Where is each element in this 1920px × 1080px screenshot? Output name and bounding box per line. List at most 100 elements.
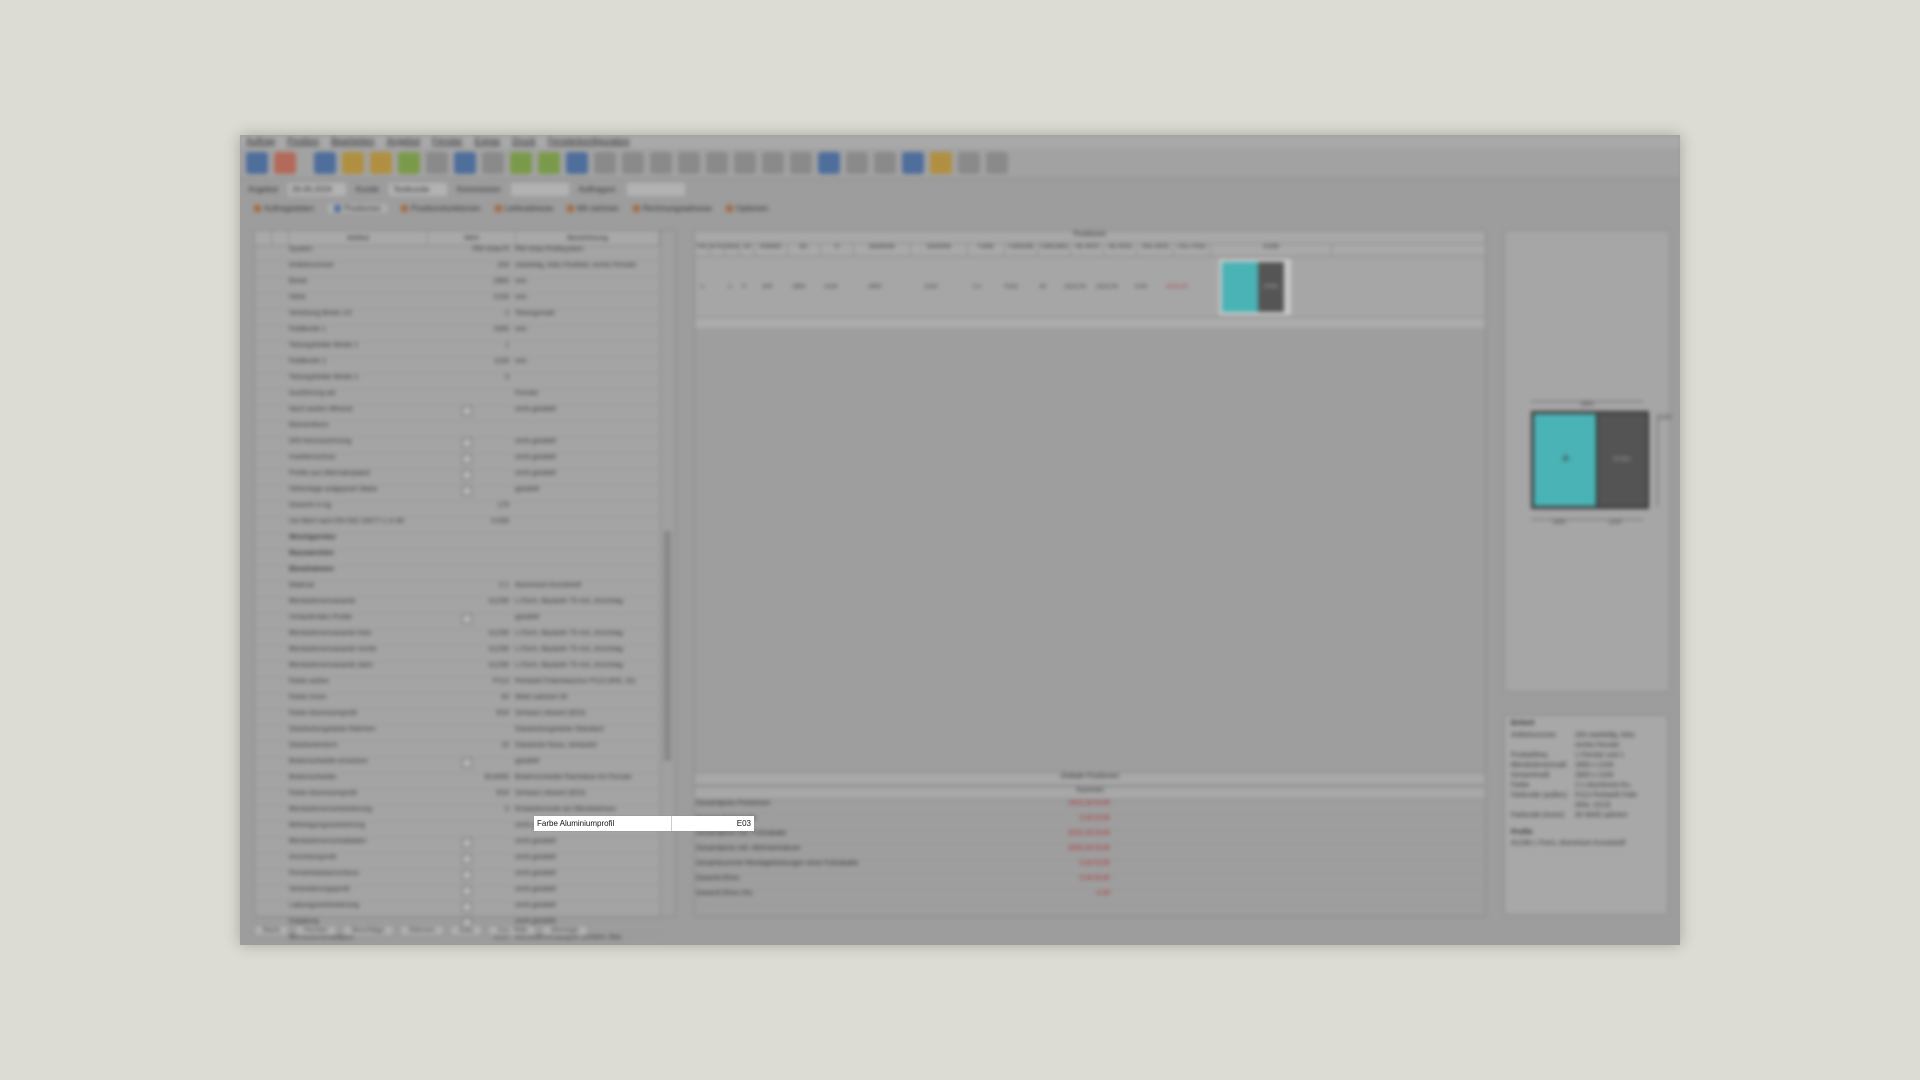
selected-row-farbe-aluminiumprofil[interactable]: Farbe Aluminiumprofil E03 <box>534 816 754 831</box>
table-row[interactable]: Breite 2800 mm <box>255 278 661 294</box>
table-row[interactable]: Material 2-1 Aluminium-Kunststoff <box>255 582 661 598</box>
merge-icon[interactable] <box>678 152 700 174</box>
graphic-thumbnail[interactable]: ST201 <box>1195 259 1315 315</box>
column-header[interactable]: H <box>821 244 854 256</box>
row-value[interactable]: 1100 <box>425 358 512 373</box>
checkbox[interactable] <box>462 902 472 912</box>
table-row[interactable]: Fensterbankanschluss nicht gewählt <box>255 870 661 886</box>
column-header[interactable]: Farbe <box>968 244 1005 256</box>
split-icon[interactable] <box>650 152 672 174</box>
row-value[interactable] <box>425 486 512 501</box>
table-row[interactable]: Laibungsverbreiterung nicht gewählt <box>255 902 661 918</box>
table-row[interactable]: Rauswechlen <box>255 550 661 566</box>
bottom-tab[interactable]: Basis <box>254 925 290 936</box>
table-row[interactable]: Glasleistungsfarbe Rahmen Glasleistungsfa… <box>255 726 661 742</box>
row-value[interactable] <box>425 854 512 869</box>
kommission-field[interactable] <box>510 182 569 196</box>
row-value[interactable]: P113 <box>425 678 512 693</box>
row-expander[interactable] <box>271 534 287 549</box>
row-value[interactable] <box>425 390 512 405</box>
selected-row-value[interactable]: E03 <box>672 816 754 831</box>
globe-icon[interactable] <box>818 152 840 174</box>
row-value[interactable]: E03 <box>425 710 512 725</box>
menu-item[interactable]: Druck <box>512 135 536 148</box>
menu-item[interactable]: Auftrag <box>246 135 275 148</box>
column-header[interactable]: Pos.-Preis <box>1174 244 1211 256</box>
tree-icon[interactable] <box>510 152 532 174</box>
table-row[interactable]: Anschlussprofil nicht gewählt <box>255 854 661 870</box>
bottom-tab[interactable]: Rahmen <box>399 925 445 936</box>
column-header[interactable]: Stück <box>725 244 740 256</box>
column-header[interactable]: Farbcode2 <box>1038 244 1071 256</box>
row-value[interactable] <box>425 422 512 437</box>
row-value[interactable] <box>425 406 512 421</box>
table-row[interactable]: Feldbreite 1 1600 mm <box>255 326 661 342</box>
row-value[interactable] <box>425 886 512 901</box>
checkbox[interactable] <box>462 854 472 864</box>
col-bezeichnung[interactable]: Bezeichnung <box>516 231 660 245</box>
table-row[interactable]: Feldbreite 2 1100 mm <box>255 358 661 374</box>
filter-icon[interactable] <box>958 152 980 174</box>
window-frame[interactable]: ST201 <box>1531 411 1649 509</box>
kunde-field[interactable]: Testkunde <box>388 182 447 196</box>
row-expander[interactable] <box>271 566 287 581</box>
row-value[interactable]: B14000 <box>425 774 512 789</box>
row-value[interactable]: A1290 <box>425 598 512 613</box>
row-value[interactable]: 175 <box>425 502 512 517</box>
row-value[interactable]: 0.000 <box>425 518 512 533</box>
table-row[interactable]: Blendrahmen <box>255 566 661 582</box>
tab-item[interactable]: Auftragsdaten <box>254 204 314 213</box>
bottom-tab[interactable]: Zus. Teile <box>488 925 537 936</box>
table-row[interactable]: Teilungsfelder Breite 1 1 <box>255 342 661 358</box>
table-row[interactable]: Blendrahmenvariante rechts A1290 L-Form, B… <box>255 646 661 662</box>
table-row[interactable]: Ausführung als Fenster <box>255 390 661 406</box>
menu-item[interactable]: Bearbeiten <box>331 135 375 148</box>
table-row[interactable]: Verbreiterungsprofil nicht gewählt <box>255 886 661 902</box>
checkbox[interactable] <box>462 758 472 768</box>
sash-panel[interactable]: ST201 <box>1598 414 1646 506</box>
people-icon[interactable] <box>930 152 952 174</box>
table-row[interactable]: Artikelnummer 204 zweiteilig, links Festfe… <box>255 262 661 278</box>
table-row[interactable]: Farbe Aluminiumprofil E03 Schwarz eloxiert… <box>255 790 661 806</box>
export-icon[interactable] <box>762 152 784 174</box>
col-attribut[interactable]: Attribut <box>289 231 428 245</box>
info-icon[interactable] <box>874 152 896 174</box>
checkbox[interactable] <box>462 870 472 880</box>
tab-item[interactable]: Positionsfunktionen <box>401 204 481 213</box>
table-row[interactable]: Nach außen öffnend nicht gewählt <box>255 406 661 422</box>
row-value[interactable]: 2 <box>425 310 512 325</box>
checkbox[interactable] <box>462 454 472 464</box>
auftragsnr-field[interactable] <box>627 182 686 196</box>
menu-item[interactable]: Fensterkonfiguration <box>548 135 630 148</box>
table-row[interactable]: Bodenschwelle B14000 Bodenschwelle Flachdo… <box>255 774 661 790</box>
cut-icon[interactable] <box>622 152 644 174</box>
column-header[interactable]: B-Pos <box>710 244 725 256</box>
column-header[interactable]: RE-W/St <box>1071 244 1104 256</box>
folder-icon[interactable] <box>342 152 364 174</box>
checkbox[interactable] <box>462 406 472 416</box>
row-value[interactable]: E03 <box>425 790 512 805</box>
checkbox[interactable] <box>462 886 472 896</box>
row-value[interactable] <box>425 822 512 837</box>
table-icon[interactable] <box>566 152 588 174</box>
table-row[interactable]: Farbe außen P113 Perlweiß Folienkaschur P1… <box>255 678 661 694</box>
checkbox[interactable] <box>462 838 472 848</box>
row-value[interactable]: A1290 <box>425 630 512 645</box>
row-value[interactable]: 16 <box>425 742 512 757</box>
sync-icon[interactable] <box>902 152 924 174</box>
table-row[interactable]: Höhenlage aufgeputzt Maße gewählt <box>255 486 661 502</box>
table-row[interactable]: Farbe innen 40 Weiß satiniert 40 <box>255 694 661 710</box>
row-value[interactable] <box>425 902 512 917</box>
table-row[interactable]: Teilungsfelder Breite 2 0 <box>255 374 661 390</box>
menu-item[interactable]: Extras <box>475 135 501 148</box>
table-row[interactable]: Blendrahmenvariante links A1290 L-Form, Ba… <box>255 630 661 646</box>
column-header[interactable]: Bauhöhe <box>911 244 968 256</box>
table-row[interactable]: Profile aus Alternativpaket nicht gewählt <box>255 470 661 486</box>
tab-item[interactable]: Positionen <box>327 203 388 213</box>
row-value[interactable] <box>425 438 512 453</box>
table-row[interactable]: Farbe Aluminiumprofil E03 Schwarz eloxiert… <box>255 710 661 726</box>
row-value[interactable]: 2-1 <box>425 582 512 597</box>
delete-icon[interactable] <box>986 152 1008 174</box>
checkbox[interactable] <box>462 486 472 496</box>
table-row-empty[interactable] <box>695 318 1485 328</box>
